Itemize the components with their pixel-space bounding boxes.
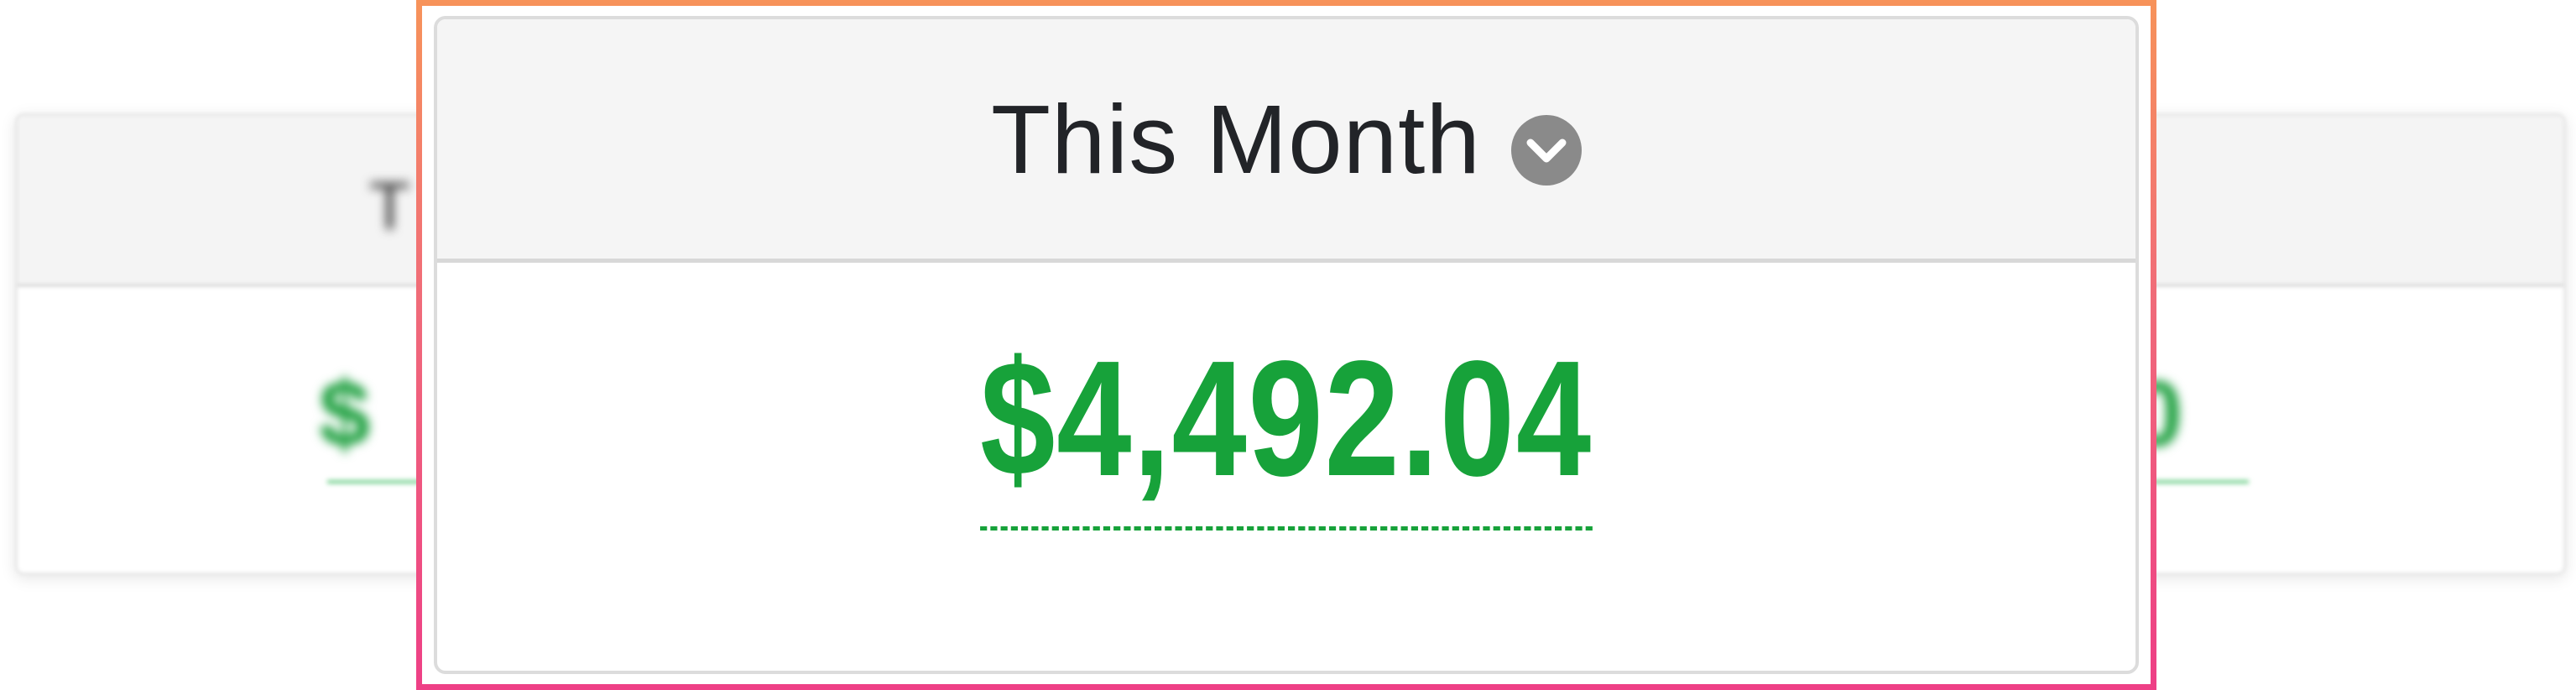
highlight-frame: This Month $4,492.04 <box>416 0 2156 690</box>
card-body: $4,492.04 <box>437 263 2135 671</box>
period-label: This Month <box>991 84 1481 194</box>
total-amount[interactable]: $4,492.04 <box>980 337 1593 531</box>
background-right-underline <box>2148 480 2249 484</box>
screenshot-stage: T $ 0 This Month $4,492.04 <box>0 0 2576 690</box>
highlight-inner: This Month $4,492.04 <box>422 6 2151 684</box>
background-left-label: T <box>369 169 410 243</box>
chevron-down-icon[interactable] <box>1510 114 1582 186</box>
chevron-down-glyph <box>1526 139 1567 162</box>
period-selector[interactable]: This Month <box>437 19 2135 263</box>
background-left-amount: $ <box>319 363 371 466</box>
revenue-summary-card: This Month $4,492.04 <box>434 16 2139 674</box>
